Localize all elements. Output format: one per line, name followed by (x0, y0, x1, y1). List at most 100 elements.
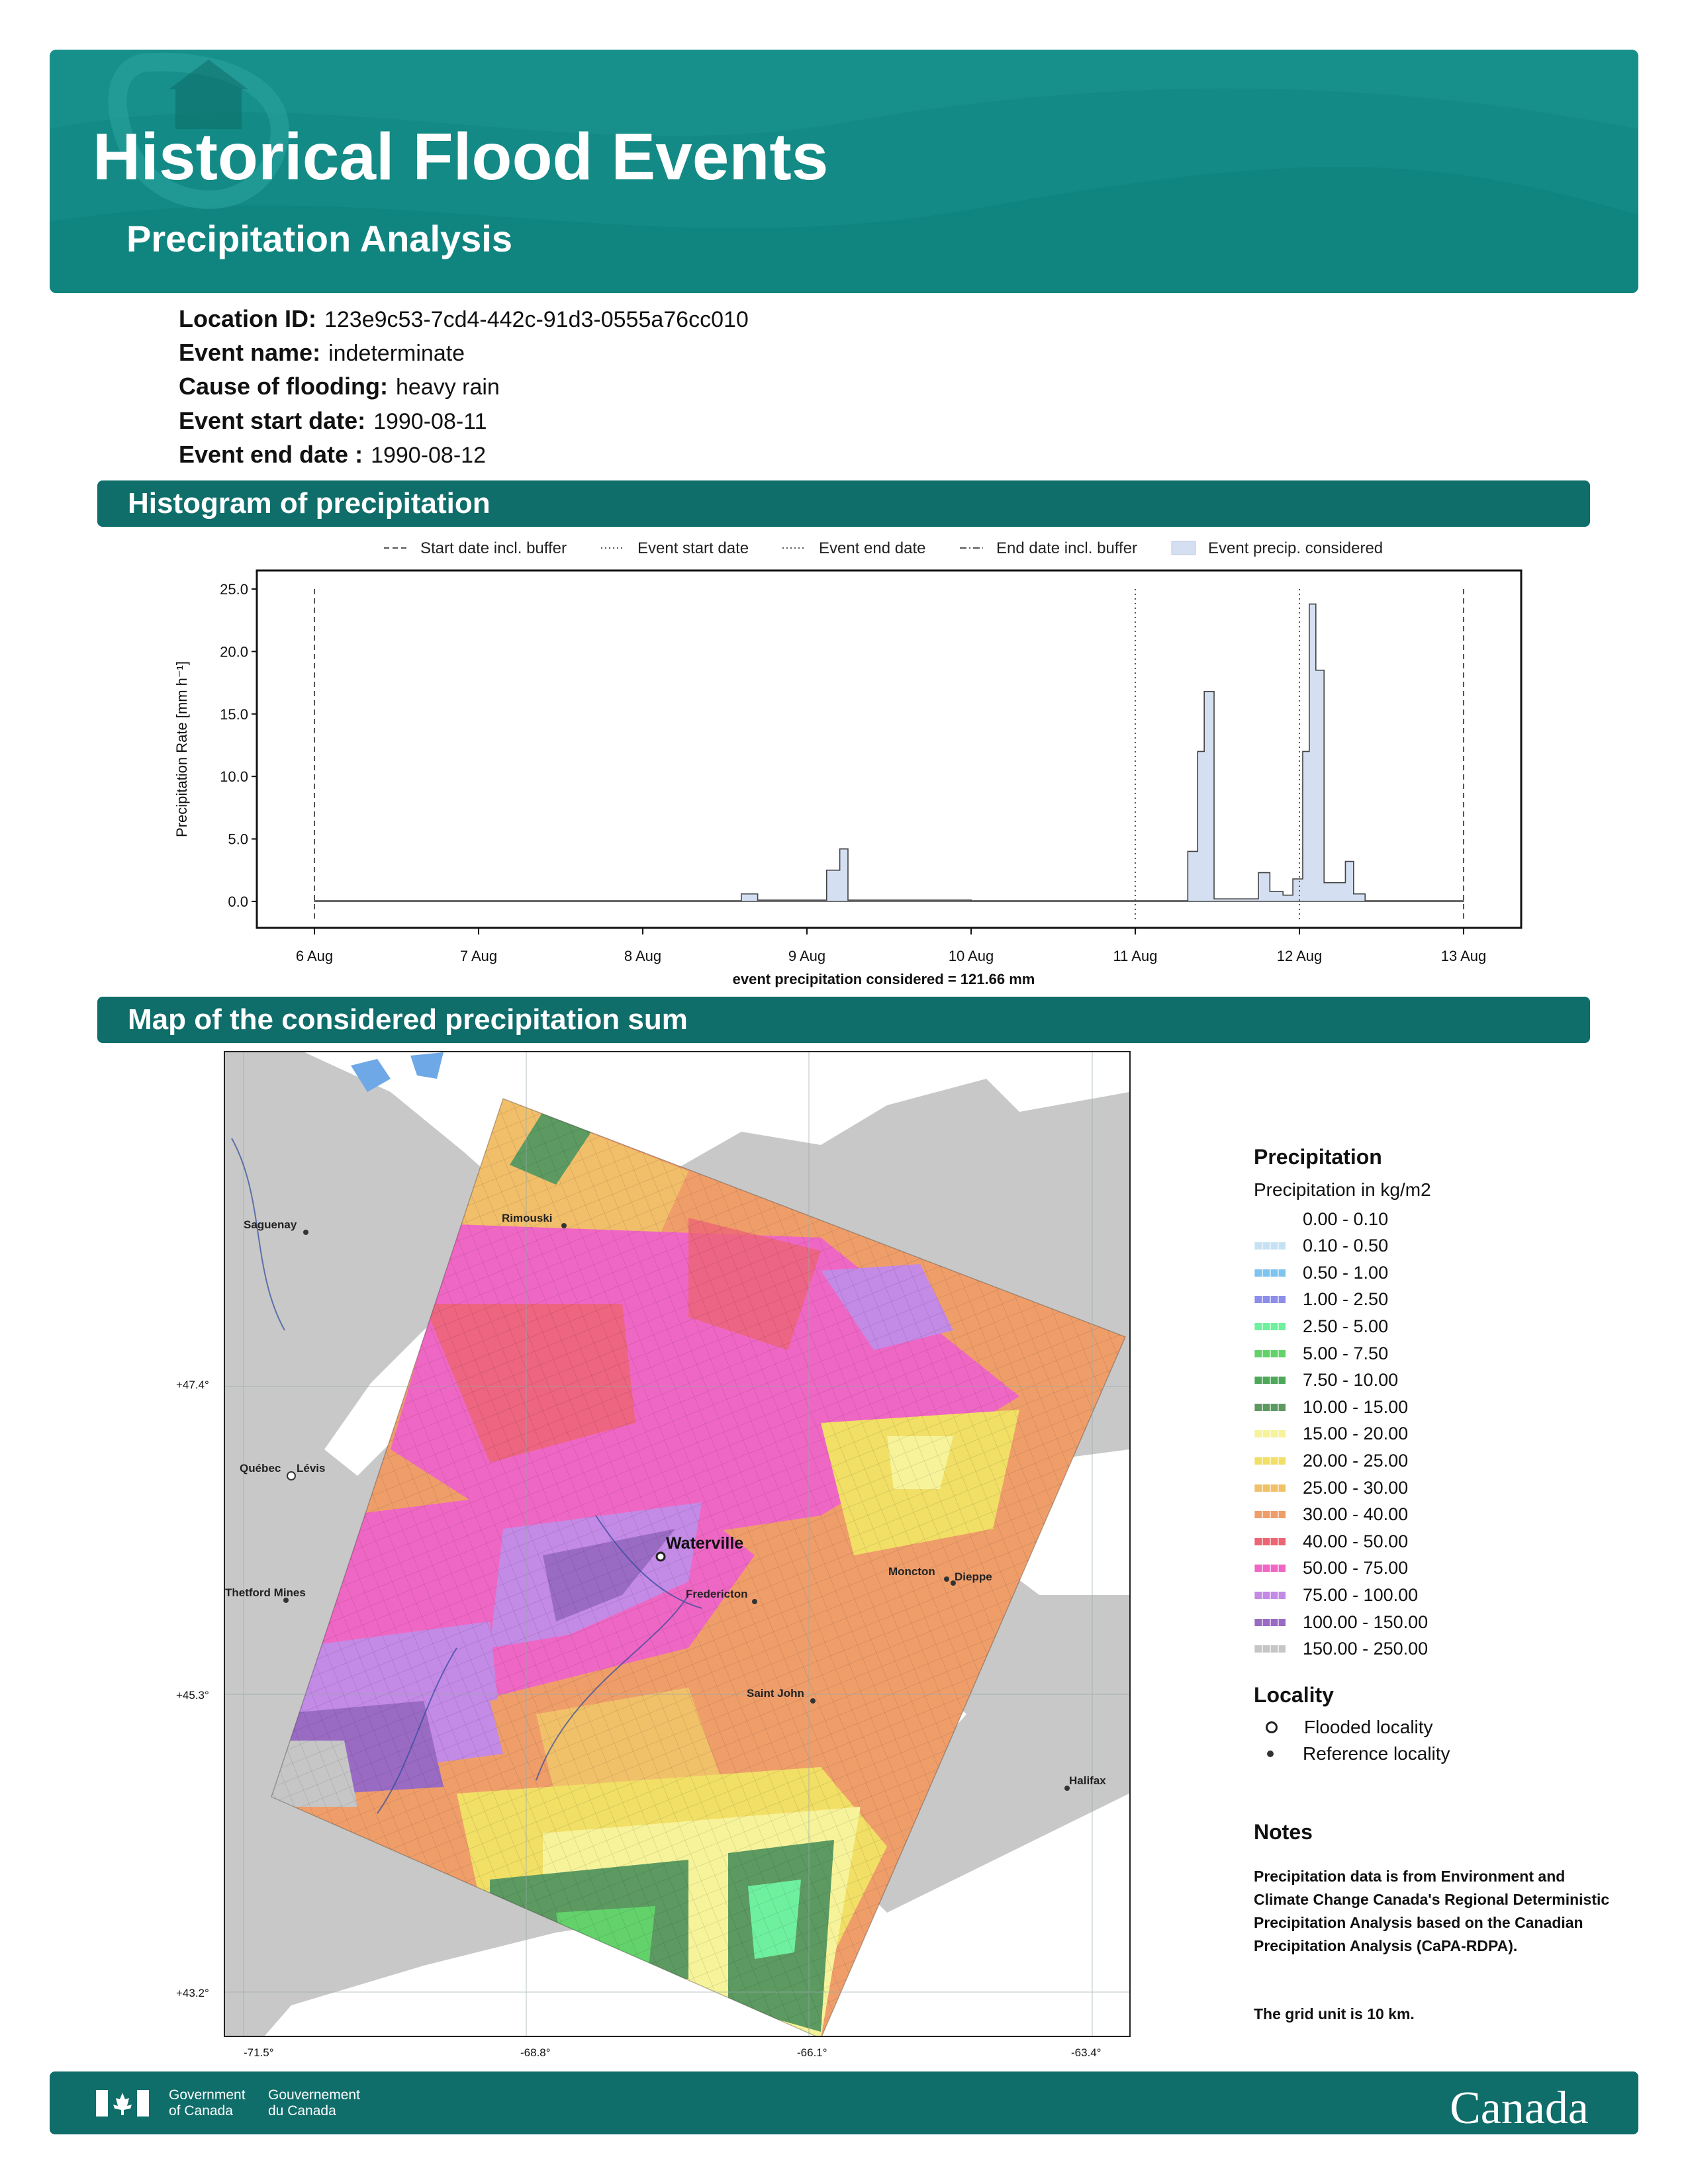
legend-bin-item: 150.00 - 250.00 (1254, 1636, 1428, 1662)
legend-end-buffer: End date incl. buffer (996, 539, 1137, 557)
locality-rimouski: Rimouski (502, 1212, 553, 1224)
x-tick-label: 11 Aug (1113, 948, 1158, 964)
legend-swatch (1254, 1645, 1286, 1653)
section-histogram-title: Histogram of precipitation (97, 480, 1590, 527)
meta-label: Event name: (179, 339, 321, 366)
legend-swatch (1254, 1322, 1286, 1330)
canada-wordmark: Canada (1450, 2083, 1589, 2134)
locality-fredericton: Fredericton (686, 1588, 748, 1600)
notes-title: Notes (1254, 1820, 1313, 1844)
gov-name-en-line1: Government (169, 2087, 246, 2103)
chart-x-axis-label: event precipitation considered = 121.66 … (733, 971, 1035, 987)
legend-bin-item: 40.00 - 50.00 (1254, 1528, 1408, 1555)
legend-swatch (1254, 1377, 1286, 1385)
locality-dieppe: Dieppe (955, 1570, 992, 1583)
x-tick-label: 13 Aug (1441, 948, 1487, 964)
meta-start-date: Event start date: 1990-08-11 (179, 408, 487, 435)
legend-bin-label: 100.00 - 150.00 (1303, 1612, 1429, 1632)
meta-label: Event start date: (179, 407, 366, 434)
meta-value: 1990-08-11 (373, 409, 487, 434)
locality-halifax: Halifax (1069, 1774, 1106, 1787)
meta-value: 123e9c53-7cd4-442c-91d3-0555a76cc010 (324, 307, 749, 332)
legend-bin-label: 20.00 - 25.00 (1303, 1450, 1409, 1471)
legend-bin-label: 0.00 - 0.10 (1303, 1208, 1389, 1229)
chart-x-ticks: 6 Aug 7 Aug 8 Aug 9 Aug 10 Aug 11 Aug 12 Aug 13… (296, 928, 1486, 964)
legend-swatch (1254, 1403, 1286, 1411)
legend-reference-label: Reference locality (1303, 1743, 1450, 1764)
legend-swatch (1254, 1242, 1286, 1250)
legend-bin-item: 0.00 - 0.10 (1254, 1206, 1388, 1232)
legend-bin-item: 50.00 - 75.00 (1254, 1555, 1408, 1582)
legend-event-start: Event start date (637, 539, 749, 557)
x-tick-label: 9 Aug (788, 948, 825, 964)
precipitation-sum-map[interactable]: Saguenay Rimouski Québec Lévis Thetford … (224, 1051, 1131, 2037)
legend-bin-item: 15.00 - 20.00 (1254, 1421, 1408, 1447)
legend-bin-item: 5.00 - 7.50 (1254, 1340, 1388, 1367)
legend-bin-label: 10.00 - 15.00 (1303, 1396, 1409, 1417)
legend-bin-label: 150.00 - 250.00 (1303, 1639, 1429, 1659)
x-tick-label: 12 Aug (1277, 948, 1323, 964)
legend-bin-label: 25.00 - 30.00 (1303, 1477, 1409, 1498)
chart-plot-area (256, 569, 1523, 929)
map-lon-label: -71.5° (244, 2046, 274, 2059)
legend-bin-label: 0.50 - 1.00 (1303, 1262, 1389, 1283)
legend-bin-item: 0.10 - 0.50 (1254, 1233, 1388, 1259)
map-lon-label: -66.1° (797, 2046, 827, 2059)
meta-label: Location ID: (179, 305, 316, 332)
legend-bin-item: 7.50 - 10.00 (1254, 1367, 1398, 1394)
legend-bin-label: 7.50 - 10.00 (1303, 1370, 1399, 1390)
x-tick-label: 7 Aug (460, 948, 497, 964)
legend-swatch (1254, 1269, 1286, 1277)
map-lon-label: -63.4° (1071, 2046, 1102, 2059)
legend-swatch (1254, 1296, 1286, 1304)
legend-bin-label: 0.10 - 0.50 (1303, 1236, 1389, 1256)
chart-y-ticks: 0.0 5.0 10.0 15.0 20.0 25.0 (220, 581, 257, 910)
map-canvas: Saguenay Rimouski Québec Lévis Thetford … (225, 1052, 1129, 2036)
meta-value: indeterminate (328, 341, 465, 366)
locality-moncton: Moncton (888, 1565, 935, 1578)
legend-swatch (1254, 1537, 1286, 1545)
legend-swatch (1254, 1430, 1286, 1438)
legend-swatch (1254, 1349, 1286, 1357)
x-tick-label: 10 Aug (949, 948, 994, 964)
x-tick-label: 6 Aug (296, 948, 333, 964)
map-lat-label: +43.2° (176, 1987, 209, 1999)
meta-label: Cause of flooding: (179, 373, 388, 400)
flooded-locality-label: Waterville (666, 1534, 743, 1553)
legend-locality-title: Locality (1254, 1683, 1334, 1707)
legend-reference-locality: Reference locality (1254, 1741, 1450, 1767)
meta-value: 1990-08-12 (371, 443, 486, 468)
legend-swatch (1254, 1511, 1286, 1519)
legend-bin-label: 2.50 - 5.00 (1303, 1316, 1389, 1336)
locality-saguenay: Saguenay (244, 1218, 297, 1231)
legend-bin-label: 5.00 - 7.50 (1303, 1343, 1389, 1363)
gov-name-fr-line2: du Canada (268, 2103, 336, 2118)
legend-bin-item: 10.00 - 15.00 (1254, 1394, 1408, 1420)
legend-bin-item: 1.00 - 2.50 (1254, 1287, 1388, 1313)
map-lat-label: +45.3° (176, 1689, 209, 1702)
meta-label: Event end date : (179, 441, 363, 468)
section-map-title: Map of the considered precipitation sum (97, 997, 1590, 1043)
y-tick-label: 20.0 (220, 643, 248, 660)
legend-swatch (1254, 1484, 1286, 1492)
legend-bin-label: 50.00 - 75.00 (1303, 1558, 1409, 1578)
legend-bin-label: 75.00 - 100.00 (1303, 1584, 1419, 1605)
notes-grid-text: The grid unit is 10 km. (1254, 2005, 1415, 2023)
map-lon-label: -68.8° (520, 2046, 551, 2059)
y-tick-label: 25.0 (220, 581, 248, 598)
y-tick-label: 15.0 (220, 706, 248, 723)
legend-bin-item: 0.50 - 1.00 (1254, 1259, 1388, 1286)
legend-bin-label: 15.00 - 20.00 (1303, 1424, 1409, 1444)
meta-event-name: Event name: indeterminate (179, 340, 465, 367)
legend-precip-units: Precipitation in kg/m2 (1254, 1179, 1431, 1200)
legend-event-precip: Event precip. considered (1208, 539, 1383, 557)
legend-bin-label: 40.00 - 50.00 (1303, 1531, 1409, 1551)
legend-swatch (1254, 1591, 1286, 1599)
flooded-locality-icon (1266, 1721, 1278, 1733)
gov-name-fr: Gouvernement du Canada (268, 2087, 360, 2119)
map-lat-label: +47.4° (176, 1379, 209, 1391)
y-tick-label: 10.0 (220, 768, 248, 785)
legend-bin-item: 100.00 - 150.00 (1254, 1609, 1428, 1635)
legend-bin-label: 30.00 - 40.00 (1303, 1504, 1409, 1525)
legend-precip-title: Precipitation (1254, 1145, 1382, 1169)
